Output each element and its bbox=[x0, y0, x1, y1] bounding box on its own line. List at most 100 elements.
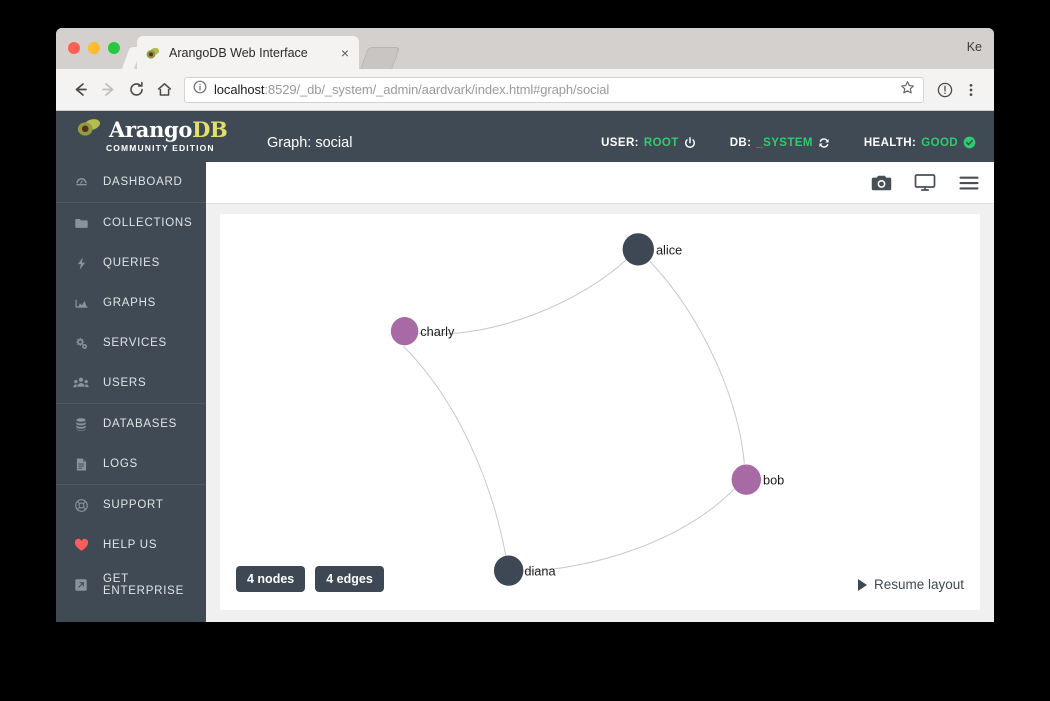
sidebar-item-label: GRAPHS bbox=[103, 297, 157, 309]
resume-layout-button[interactable]: Resume layout bbox=[857, 577, 964, 592]
window-traffic-lights bbox=[68, 42, 120, 54]
sidebar-item-dashboard[interactable]: DASHBOARD bbox=[56, 162, 206, 202]
sidebar-item-label: SERVICES bbox=[103, 337, 167, 349]
sidebar-item-support[interactable]: SUPPORT bbox=[56, 485, 206, 525]
graph-node[interactable] bbox=[622, 233, 655, 266]
url-bar[interactable]: localhost:8529/_db/_system/_admin/aardva… bbox=[184, 76, 924, 103]
sidebar-item-label: USERS bbox=[103, 377, 147, 389]
window-zoom-button[interactable] bbox=[108, 42, 120, 54]
window-close-button[interactable] bbox=[68, 42, 80, 54]
graph-count-badges: 4 nodes 4 edges bbox=[236, 566, 384, 592]
document-icon bbox=[71, 457, 91, 472]
back-arrow-icon[interactable] bbox=[66, 76, 94, 104]
chrome-profile-label[interactable]: Ke bbox=[967, 40, 982, 54]
browser-tab-active[interactable]: ArangoDB Web Interface × bbox=[137, 36, 359, 69]
sidebar-item-users[interactable]: USERS bbox=[56, 363, 206, 403]
database-icon bbox=[71, 417, 91, 432]
graph-node-label: diana bbox=[524, 563, 556, 578]
url-host: localhost bbox=[214, 82, 265, 97]
camera-screenshot-icon[interactable] bbox=[871, 174, 892, 192]
arangodb-logo-icon bbox=[76, 117, 102, 142]
reload-icon[interactable] bbox=[122, 76, 150, 104]
sidebar-item-services[interactable]: SERVICES bbox=[56, 323, 206, 363]
url-path: :8529/_db/_system/_admin/aardvark/index.… bbox=[264, 82, 610, 97]
sidebar-item-queries[interactable]: QUERIES bbox=[56, 243, 206, 283]
sidebar-item-get-enterprise[interactable]: GET ENTERPRISE bbox=[56, 565, 206, 605]
home-icon[interactable] bbox=[150, 76, 178, 104]
external-link-icon bbox=[71, 578, 91, 592]
window-minimize-button[interactable] bbox=[88, 42, 100, 54]
dashboard-gauge-icon bbox=[71, 175, 91, 190]
graph-edges-layer bbox=[403, 259, 745, 573]
status-db[interactable]: DB: _SYSTEM bbox=[730, 136, 830, 149]
header-status-group: USER: ROOT DB: _SYSTEM HEALTH: GOOD bbox=[601, 136, 976, 149]
sidebar-item-label: SUPPORT bbox=[103, 499, 164, 511]
status-health-label: HEALTH: bbox=[863, 136, 917, 149]
graph-edge[interactable] bbox=[524, 488, 735, 573]
sidebar: DASHBOARD COLLECTIONS QUERIES GRAPHS SER… bbox=[56, 162, 206, 622]
sidebar-item-label: DASHBOARD bbox=[103, 176, 183, 188]
content-area: alice charly bob diana 4 nodes 4 edges Resu… bbox=[206, 162, 994, 622]
lightning-bolt-icon bbox=[71, 256, 91, 271]
graph-toolbar-icons bbox=[871, 162, 980, 203]
browser-tab-title: ArangoDB Web Interface bbox=[169, 45, 308, 60]
arangodb-avocado-favicon bbox=[145, 45, 161, 61]
sidebar-item-help-us[interactable]: HELP US bbox=[56, 525, 206, 565]
info-circle-icon[interactable] bbox=[193, 80, 207, 99]
status-health[interactable]: HEALTH: GOOD bbox=[864, 136, 976, 149]
status-db-value: _SYSTEM bbox=[756, 136, 813, 149]
status-user[interactable]: USER: ROOT bbox=[601, 136, 696, 149]
heart-icon bbox=[71, 538, 91, 552]
sidebar-item-label: COLLECTIONS bbox=[103, 217, 193, 229]
brand-name: ArangoDB bbox=[109, 117, 228, 142]
refresh-icon[interactable] bbox=[818, 137, 830, 149]
graph-toolbar bbox=[206, 162, 994, 204]
node-count-badge[interactable]: 4 nodes bbox=[236, 566, 306, 592]
folder-icon bbox=[71, 216, 91, 231]
check-circle-icon bbox=[963, 136, 976, 149]
graph-edge[interactable] bbox=[403, 345, 507, 556]
browser-tabstrip: ArangoDB Web Interface × Ke bbox=[56, 28, 994, 70]
edge-count-badge[interactable]: 4 edges bbox=[315, 566, 384, 592]
hamburger-menu-icon[interactable] bbox=[958, 175, 980, 191]
forward-arrow-icon[interactable] bbox=[94, 76, 122, 104]
graph-edge[interactable] bbox=[418, 259, 627, 335]
sidebar-item-graphs[interactable]: GRAPHS bbox=[56, 283, 206, 323]
tab-close-icon[interactable]: × bbox=[339, 46, 351, 60]
status-health-value: GOOD bbox=[921, 136, 958, 149]
arangodb-brand[interactable]: ArangoDB COMMUNITY EDITION bbox=[76, 117, 248, 153]
play-triangle-icon bbox=[857, 578, 867, 591]
graph-node-label: alice bbox=[656, 242, 682, 257]
arangodb-app: ArangoDB COMMUNITY EDITION Graph: social… bbox=[56, 111, 994, 622]
status-user-label: USER: bbox=[601, 136, 639, 149]
gears-icon bbox=[71, 336, 91, 351]
sidebar-item-label: LOGS bbox=[103, 458, 138, 470]
users-icon bbox=[71, 376, 91, 391]
bookmark-star-icon[interactable] bbox=[900, 80, 915, 100]
lifebuoy-icon bbox=[71, 498, 91, 513]
browser-window: ArangoDB Web Interface × Ke localhost:85… bbox=[56, 28, 994, 622]
brand-subtitle: COMMUNITY EDITION bbox=[106, 143, 215, 153]
exclamation-circle-icon[interactable] bbox=[932, 77, 958, 103]
sidebar-item-label: DATABASES bbox=[103, 418, 178, 430]
sidebar-item-databases[interactable]: DATABASES bbox=[56, 404, 206, 444]
url-text: localhost:8529/_db/_system/_admin/aardva… bbox=[214, 82, 609, 97]
status-db-label: DB: bbox=[729, 136, 752, 149]
graph-node[interactable] bbox=[731, 464, 762, 495]
graph-edge[interactable] bbox=[649, 261, 745, 464]
fullscreen-monitor-icon[interactable] bbox=[914, 173, 936, 192]
sidebar-item-collections[interactable]: COLLECTIONS bbox=[56, 203, 206, 243]
brand-name-primary: Arango bbox=[109, 117, 193, 142]
status-user-value: ROOT bbox=[643, 136, 679, 149]
graph-node[interactable] bbox=[390, 317, 419, 346]
power-icon[interactable] bbox=[684, 136, 696, 149]
graph-svg[interactable]: alice charly bob diana bbox=[220, 214, 980, 610]
bar-chart-icon bbox=[71, 296, 91, 311]
graph-node-label: bob bbox=[763, 473, 784, 488]
sidebar-item-label: HELP US bbox=[103, 539, 158, 551]
graph-node[interactable] bbox=[493, 555, 524, 586]
graph-canvas[interactable]: alice charly bob diana 4 nodes 4 edges Resu… bbox=[220, 214, 980, 610]
sidebar-item-logs[interactable]: LOGS bbox=[56, 444, 206, 484]
three-dot-menu-icon[interactable] bbox=[958, 77, 984, 103]
new-tab-button[interactable] bbox=[359, 47, 401, 70]
